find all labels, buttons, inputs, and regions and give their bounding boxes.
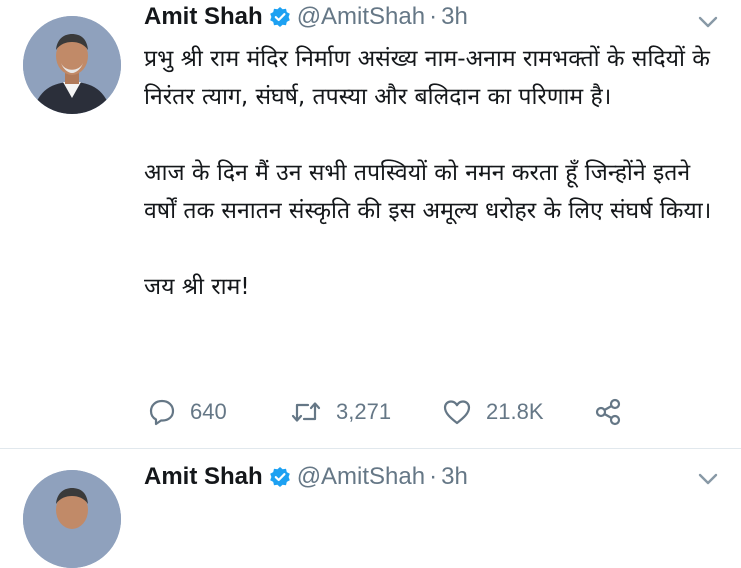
verified-badge-icon: [269, 6, 291, 28]
avatar[interactable]: [23, 16, 121, 114]
like-count: 21.8K: [486, 399, 544, 424]
avatar[interactable]: [23, 470, 121, 568]
chevron-down-icon[interactable]: [697, 14, 719, 28]
reply-count: 640: [190, 399, 227, 424]
author-name[interactable]: Amit Shah: [144, 3, 263, 31]
tweet-paragraph: जय श्री राम!: [144, 274, 250, 300]
tweet[interactable]: Amit Shah @AmitShah · 3h: [0, 449, 741, 568]
reply-button[interactable]: 640: [148, 392, 227, 432]
tweet-timestamp[interactable]: 3h: [441, 3, 468, 31]
like-button[interactable]: 21.8K: [442, 392, 544, 432]
retweet-button[interactable]: 3,271: [290, 392, 391, 432]
share-icon: [594, 398, 622, 426]
separator-dot: ·: [429, 3, 438, 30]
reply-icon: [148, 398, 176, 426]
verified-badge-icon: [269, 466, 291, 488]
author-handle[interactable]: @AmitShah: [297, 463, 425, 491]
tweet-paragraph: प्रभु श्री राम मंदिर निर्माण असंख्य नाम-…: [144, 46, 710, 110]
tweet-timestamp[interactable]: 3h: [441, 463, 468, 491]
separator-dot: ·: [429, 463, 438, 490]
heart-icon: [442, 398, 472, 426]
retweet-icon: [290, 398, 322, 426]
author-handle[interactable]: @AmitShah: [297, 3, 425, 31]
chevron-down-icon[interactable]: [697, 471, 719, 485]
tweet[interactable]: Amit Shah @AmitShah · 3h प्रभु श्री राम …: [0, 0, 741, 448]
retweet-count: 3,271: [336, 399, 392, 424]
tweet-header: Amit Shah @AmitShah · 3h: [144, 463, 468, 491]
share-button[interactable]: [594, 392, 622, 432]
tweet-actions: 640 3,271 21.8K: [144, 392, 644, 432]
author-name[interactable]: Amit Shah: [144, 463, 263, 491]
tweet-text: प्रभु श्री राम मंदिर निर्माण असंख्य नाम-…: [144, 40, 724, 306]
tweet-header: Amit Shah @AmitShah · 3h: [144, 3, 468, 31]
tweet-paragraph: आज के दिन मैं उन सभी तपस्वियों को नमन कर…: [144, 160, 712, 224]
